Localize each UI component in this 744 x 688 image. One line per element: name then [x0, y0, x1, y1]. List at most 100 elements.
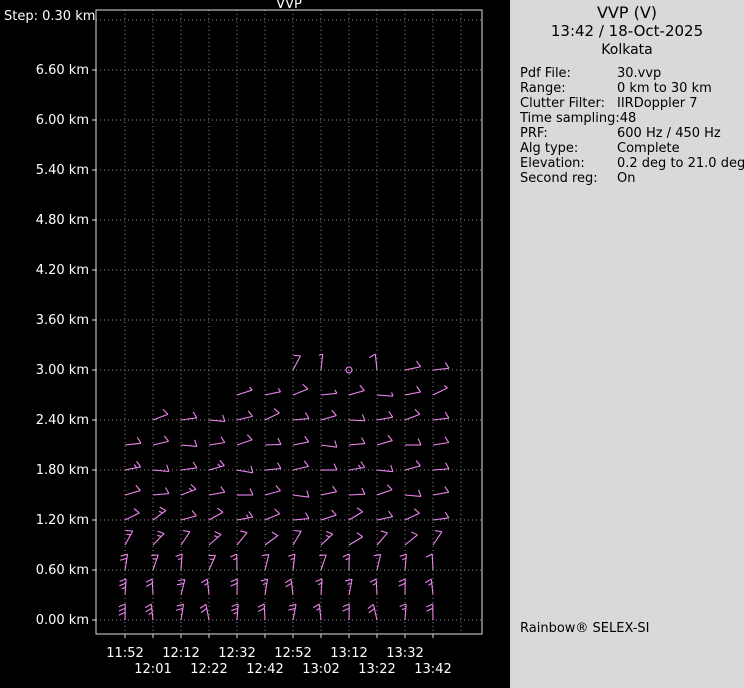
vvp-screen: VVP Step: 0.30 km 0.00 km 0.60 km 1.20 km 1… [0, 0, 744, 688]
wind-barb [175, 603, 185, 621]
y-axis-label: 0.00 km [36, 613, 89, 628]
wind-barb [432, 486, 450, 496]
wind-barb [376, 411, 394, 421]
field-label: Second reg: [520, 171, 598, 186]
panel-title: VVP (V) [596, 3, 658, 22]
wind-barb [432, 530, 443, 546]
wind-barb [119, 553, 129, 571]
wind-barb [208, 531, 222, 546]
wind-barb [208, 459, 225, 471]
wind-barb [152, 487, 170, 496]
wind-barb [399, 553, 407, 571]
wind-barb [367, 603, 378, 621]
wind-barb [404, 385, 422, 396]
wind-barb [288, 553, 296, 571]
wind-barb [118, 603, 126, 621]
field-label: PRF: [520, 126, 548, 141]
wind-barb [404, 489, 422, 497]
x-axis-label: 12:42 [246, 662, 283, 677]
field-row: Time sampling: 48 [520, 111, 744, 126]
field-row: Pdf File: 30.vvp [520, 66, 744, 81]
wind-barb [425, 553, 434, 571]
panel-site: Kolkata [601, 42, 653, 58]
wind-barb [236, 511, 254, 521]
wind-barb [264, 531, 279, 546]
wind-barb [257, 603, 266, 621]
x-axis-label: 12:22 [190, 662, 227, 677]
field-value: Complete [617, 141, 680, 156]
wind-barb [152, 506, 167, 521]
wind-barb [145, 603, 154, 621]
wind-barb [124, 484, 141, 496]
wind-barb [199, 603, 210, 621]
wind-barb [348, 487, 366, 496]
wind-barb [292, 435, 310, 446]
wind-barb [321, 463, 338, 471]
wind-barb [320, 485, 338, 496]
field-row: PRF: 600 Hz / 450 Hz [520, 126, 744, 141]
wind-barb [292, 412, 310, 421]
y-axis-label: 5.40 km [36, 163, 89, 178]
x-axis-label: 12:32 [218, 646, 255, 661]
wind-barb [208, 414, 226, 422]
wind-barb [236, 465, 254, 474]
wind-barb [404, 460, 421, 471]
x-axis-label: 12:01 [134, 662, 171, 677]
wind-profile-chart: 0.00 km 0.60 km 1.20 km 1.80 km 2.40 km 3.00 … [36, 9, 483, 677]
x-axis-label: 11:52 [106, 646, 143, 661]
wind-barb [264, 388, 282, 396]
wind-barb [288, 603, 297, 621]
wind-barb [236, 410, 254, 421]
wind-barb [292, 460, 310, 471]
wind-barb [236, 386, 253, 396]
wind-barb [264, 408, 280, 421]
field-value: 48 [619, 111, 637, 126]
wind-barb [320, 509, 337, 521]
wind-barb [152, 464, 170, 472]
y-axis-label: 6.60 km [36, 63, 89, 78]
wind-barb [151, 554, 159, 571]
y-axis-label: 4.20 km [36, 263, 89, 278]
field-label: Time sampling: [520, 111, 620, 126]
wind-barb [376, 510, 394, 521]
wind-barb [342, 603, 350, 621]
field-value: 0 km to 30 km [617, 81, 712, 96]
wind-barb [264, 508, 281, 521]
wind-barb [180, 483, 197, 496]
wind-barb [319, 554, 327, 571]
plot-border [95, 9, 483, 635]
x-axis-label: 13:22 [358, 662, 395, 677]
y-axis-label: 3.00 km [36, 363, 89, 378]
field-value: 30.vvp [617, 66, 662, 81]
wind-barb [292, 512, 310, 521]
wind-barb [264, 462, 282, 471]
wind-barb [432, 362, 450, 371]
x-axis-label: 12:52 [274, 646, 311, 661]
wind-barb [175, 553, 183, 571]
wind-barb [124, 437, 142, 446]
wind-barb [124, 529, 134, 546]
wind-barb [342, 553, 350, 571]
wind-barb [432, 436, 450, 446]
wind-barb [145, 578, 154, 596]
field-label: Pdf File: [520, 66, 571, 81]
wind-barb [376, 464, 394, 473]
field-value: IIRDoppler 7 [617, 96, 698, 111]
wind-barb [320, 409, 337, 421]
y-axis-label: 4.80 km [36, 213, 89, 228]
wind-barb [180, 461, 198, 471]
wind-barb [208, 486, 226, 496]
wind-barb [404, 360, 422, 371]
x-axis-label: 12:12 [162, 646, 199, 661]
wind-barb [404, 408, 421, 421]
wind-barb [208, 554, 217, 571]
wind-barb [292, 529, 302, 546]
wind-barb [432, 385, 448, 396]
wind-barb [180, 439, 198, 447]
wind-barb [236, 530, 248, 546]
wind-barb [180, 530, 191, 546]
wind-barb [425, 578, 434, 596]
wind-barb [348, 384, 365, 396]
wind-barb [432, 511, 450, 521]
field-label: Range: [520, 81, 566, 96]
